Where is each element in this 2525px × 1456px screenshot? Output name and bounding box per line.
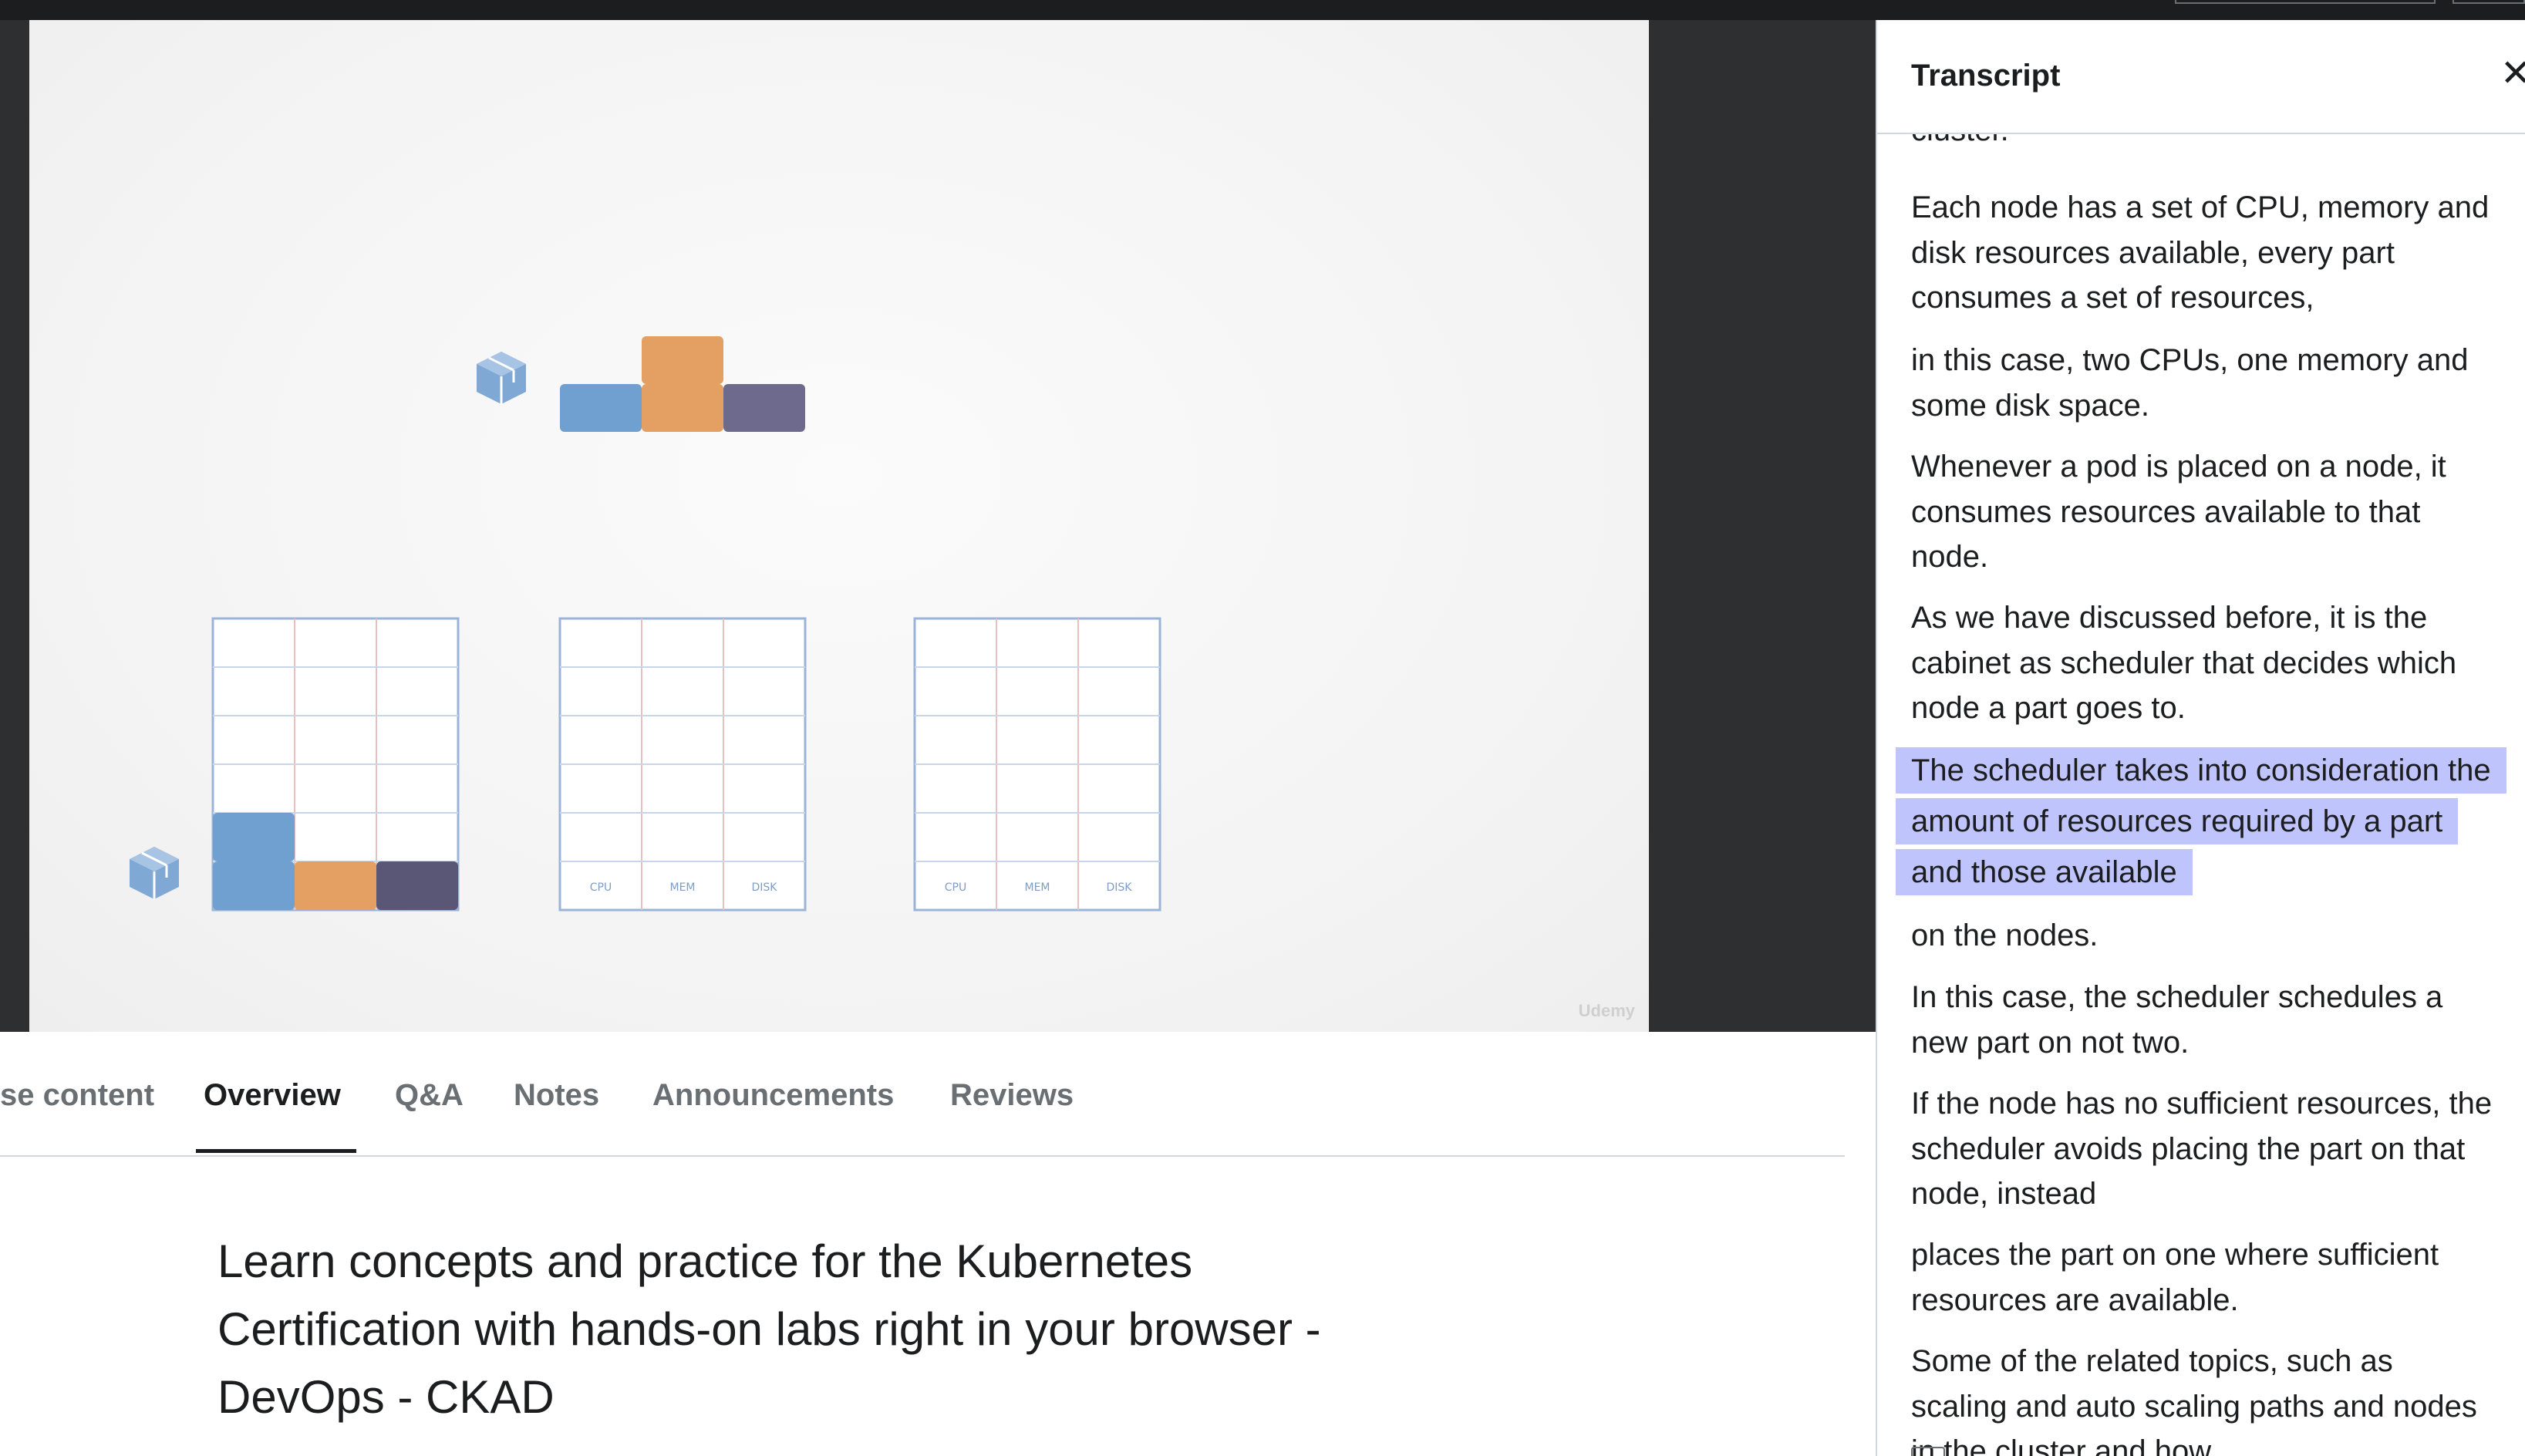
cpu-block bbox=[213, 813, 295, 861]
video-frame[interactable]: CPU MEM DISK CPU MEM DISK Udemy bbox=[29, 20, 1649, 1032]
tab-qa[interactable]: Q&A bbox=[395, 1078, 464, 1113]
node-grid-2: CPU MEM DISK bbox=[558, 617, 807, 912]
tab-announcements[interactable]: Announcements bbox=[652, 1078, 894, 1113]
video-player[interactable]: CPU MEM DISK CPU MEM DISK Udemy bbox=[0, 20, 1876, 1032]
transcript-cue-text: Whenever a pod is placed on a node, it c… bbox=[1911, 450, 2446, 574]
disk-block bbox=[723, 384, 805, 432]
disk-block bbox=[376, 861, 458, 910]
grid-label-cpu: CPU bbox=[945, 881, 966, 894]
active-tab-indicator bbox=[196, 1149, 356, 1153]
node-grid-3: CPU MEM DISK bbox=[913, 617, 1161, 912]
cpu-block bbox=[213, 861, 295, 910]
tab-notes[interactable]: Notes bbox=[514, 1078, 599, 1113]
transcript-cue-text: If the node has no sufficient resources,… bbox=[1911, 1087, 2493, 1211]
transcript-header: Transcript ✕ bbox=[1877, 20, 2525, 134]
grid-label-disk: DISK bbox=[752, 881, 778, 894]
transcript-cue-text: in this case, two CPUs, one memory and s… bbox=[1911, 343, 2469, 423]
transcript-cue-text: In this case, the scheduler schedules a … bbox=[1911, 980, 2443, 1060]
node-grid-1 bbox=[211, 617, 460, 912]
grid-label-mem: MEM bbox=[669, 881, 695, 894]
cpu-block bbox=[560, 384, 642, 432]
mem-block bbox=[295, 861, 376, 910]
transcript-cue-text: Some of the related topics, such as scal… bbox=[1911, 1344, 2477, 1456]
course-title: Learn concepts and practice for the Kube… bbox=[217, 1235, 1321, 1423]
top-bar-button[interactable] bbox=[2453, 0, 2525, 4]
transcript-cue-text: The scheduler takes into consideration t… bbox=[1896, 747, 2506, 895]
tab-course-content[interactable]: se content bbox=[0, 1078, 154, 1113]
grid-label-disk: DISK bbox=[1107, 881, 1133, 894]
transcript-cue[interactable]: Whenever a pod is placed on a node, it c… bbox=[1894, 444, 2511, 580]
transcript-body[interactable]: cluster. Each node has a set of CPU, mem… bbox=[1877, 134, 2525, 1456]
transcript-cue-active[interactable]: The scheduler takes into consideration t… bbox=[1894, 745, 2511, 898]
transcript-cue-text: places the part on one where sufficient … bbox=[1911, 1238, 2439, 1317]
course-tabs: se content Overview Q&A Notes Announceme… bbox=[0, 1032, 1845, 1157]
grid-label-cpu: CPU bbox=[590, 881, 612, 894]
transcript-cue[interactable]: If the node has no sufficient resources,… bbox=[1894, 1081, 2511, 1217]
transcript-cue-text: on the nodes. bbox=[1911, 918, 2099, 952]
transcript-cue[interactable]: in this case, two CPUs, one memory and s… bbox=[1894, 338, 2511, 428]
transcript-cue[interactable]: on the nodes. bbox=[1894, 913, 2511, 959]
grid-label-mem: MEM bbox=[1024, 881, 1050, 894]
mem-block bbox=[642, 384, 723, 432]
transcript-panel: Transcript ✕ cluster. Each node has a se… bbox=[1876, 20, 2525, 1456]
close-icon[interactable]: ✕ bbox=[2500, 56, 2525, 93]
autoscroll-checkbox[interactable] bbox=[1911, 1447, 1945, 1456]
transcript-cue[interactable]: places the part on one where sufficient … bbox=[1894, 1232, 2511, 1323]
tab-overview[interactable]: Overview bbox=[204, 1078, 341, 1113]
transcript-cue-text: Each node has a set of CPU, memory and d… bbox=[1911, 190, 2490, 315]
video-watermark: Udemy bbox=[1578, 1001, 1635, 1020]
pod-requirements bbox=[560, 336, 805, 432]
tab-reviews[interactable]: Reviews bbox=[950, 1078, 1074, 1113]
transcript-cue-text: As we have discussed before, it is the c… bbox=[1911, 601, 2457, 725]
top-bar-button[interactable] bbox=[2175, 0, 2436, 4]
lecture-diagram: CPU MEM DISK CPU MEM DISK bbox=[130, 336, 1161, 912]
top-bar bbox=[0, 0, 2525, 20]
transcript-cue[interactable]: As we have discussed before, it is the c… bbox=[1894, 595, 2511, 731]
transcript-cue[interactable]: Each node has a set of CPU, memory and d… bbox=[1894, 185, 2511, 321]
transcript-title: Transcript bbox=[1911, 59, 2061, 93]
mem-block bbox=[642, 336, 723, 384]
pod-icon bbox=[477, 352, 526, 404]
transcript-cue[interactable]: Some of the related topics, such as scal… bbox=[1894, 1339, 2511, 1456]
pod-icon bbox=[130, 847, 179, 899]
transcript-cue[interactable]: cluster. bbox=[1894, 134, 2511, 153]
transcript-cue[interactable]: In this case, the scheduler schedules a … bbox=[1894, 975, 2511, 1065]
